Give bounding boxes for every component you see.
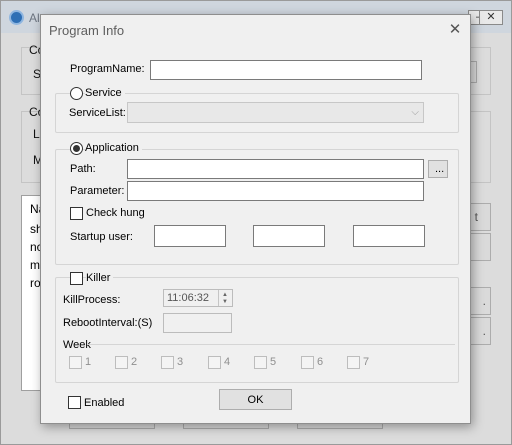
enabled-label: Enabled (84, 397, 125, 409)
week-day-1-checkbox[interactable] (69, 356, 82, 369)
application-radio-label: Application (85, 142, 142, 154)
week-day-4-checkbox[interactable] (208, 356, 221, 369)
application-radio[interactable] (70, 142, 83, 155)
service-radio[interactable] (70, 87, 83, 100)
startup-user-label: Startup user: (70, 231, 133, 243)
program-info-dialog: Program Info ✕ ProgramName: Service Serv… (40, 14, 471, 424)
week-label: Week (63, 339, 95, 351)
ok-button[interactable]: OK (219, 389, 292, 410)
reboot-interval-label: RebootInterval:(S) (63, 317, 153, 329)
startup-user-field-3[interactable] (353, 225, 425, 247)
browse-button[interactable]: ... (428, 160, 448, 178)
week-day-2-checkbox[interactable] (115, 356, 128, 369)
week-day-5-label: 5 (270, 356, 277, 368)
week-day-4-label: 4 (224, 356, 231, 368)
parameter-input[interactable] (127, 181, 424, 201)
program-name-label: ProgramName: (70, 63, 145, 75)
kill-process-spinner[interactable]: ▲ ▼ (218, 290, 232, 306)
parameter-label: Parameter: (70, 185, 125, 197)
program-name-input[interactable] (150, 60, 422, 80)
reboot-interval-input[interactable] (163, 313, 232, 333)
close-icon[interactable]: ✕ (447, 22, 463, 39)
startup-user-field-2[interactable] (253, 225, 325, 247)
kill-process-time-value: 11:06:32 (167, 292, 210, 304)
spin-up-icon[interactable]: ▲ (222, 292, 228, 298)
week-day-2-label: 2 (131, 356, 138, 368)
check-hung-label: Check hung (86, 207, 145, 219)
week-day-7-label: 7 (363, 356, 370, 368)
service-list-select[interactable]: ⌵ (127, 102, 424, 123)
kill-process-label: KillProcess: (63, 294, 121, 306)
path-label: Path: (70, 163, 96, 175)
app-icon (9, 10, 24, 25)
enabled-checkbox[interactable] (68, 396, 81, 409)
parent-window-title: Al (29, 11, 40, 25)
dialog-title: Program Info (49, 23, 125, 38)
week-day-6-checkbox[interactable] (301, 356, 314, 369)
week-day-3-label: 3 (177, 356, 184, 368)
parent-close-button[interactable]: ✕ (479, 10, 503, 25)
list-item[interactable]: m (30, 258, 40, 272)
parent-label-4: L (33, 127, 40, 141)
killer-label: Killer (86, 272, 114, 284)
week-day-5-checkbox[interactable] (254, 356, 267, 369)
path-input[interactable] (127, 159, 424, 179)
kill-process-time-picker[interactable]: 11:06:32 ▲ ▼ (163, 289, 233, 307)
service-list-label: ServiceList: (69, 107, 126, 119)
week-day-6-label: 6 (317, 356, 324, 368)
week-day-1-label: 1 (85, 356, 92, 368)
week-day-3-checkbox[interactable] (161, 356, 174, 369)
spin-down-icon[interactable]: ▼ (222, 299, 228, 305)
chevron-down-icon: ⌵ (411, 107, 419, 118)
service-radio-label: Service (85, 87, 125, 99)
killer-checkbox[interactable] (70, 272, 83, 285)
week-divider (87, 344, 455, 345)
startup-user-field-1[interactable] (154, 225, 226, 247)
check-hung-checkbox[interactable] (70, 207, 83, 220)
week-day-7-checkbox[interactable] (347, 356, 360, 369)
